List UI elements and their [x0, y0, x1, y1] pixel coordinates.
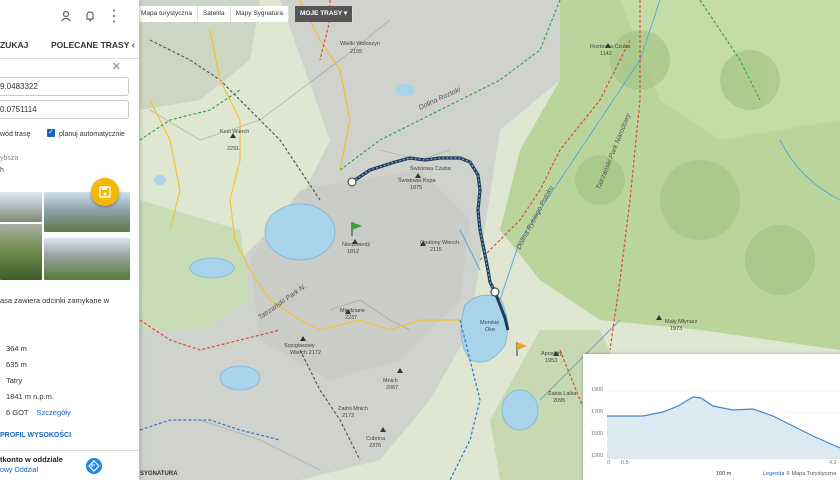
svg-text:Wielki Wołoszyn: Wielki Wołoszyn	[340, 41, 380, 47]
svg-text:Niedźwiedź: Niedźwiedź	[342, 242, 370, 248]
svg-text:Miedziane: Miedziane	[340, 308, 365, 314]
map-type-tabs: Mapa turystyczna Satelita Mapy Sygnatura…	[136, 6, 354, 22]
save-icon	[99, 186, 111, 198]
tab-search[interactable]: ZUKAJ	[0, 40, 28, 50]
chevron-left-icon[interactable]: ‹	[132, 40, 135, 51]
tab-signature-maps[interactable]: Mapy Sygnatura	[230, 6, 289, 22]
details-link[interactable]: Szczegóły	[37, 408, 71, 417]
bell-icon[interactable]	[83, 9, 97, 23]
label-mnich: Mnich	[383, 378, 398, 384]
promo-title: tkonto w oddziale	[0, 455, 63, 464]
svg-text:1875: 1875	[410, 185, 422, 191]
svg-text:1953: 1953	[545, 358, 557, 364]
svg-text:2095: 2095	[553, 398, 565, 404]
svg-text:Świstowa Kopa: Świstowa Kopa	[398, 176, 437, 184]
coordinate-input-end[interactable]: 0.0751114	[0, 100, 129, 119]
section-label: ybsza	[0, 155, 19, 162]
panel-toolbar: ⋮	[0, 0, 139, 32]
svg-text:1812: 1812	[347, 249, 359, 255]
svg-text:Mały Młynarz: Mały Młynarz	[665, 319, 698, 325]
svg-text:Kozi Wierch: Kozi Wierch	[220, 129, 249, 135]
svg-text:Morskie: Morskie	[480, 320, 499, 326]
signature-logo: SYGNATURA	[140, 471, 178, 477]
option-manual[interactable]: wód trasę	[0, 131, 30, 138]
svg-text:Świstowa Czuba: Świstowa Czuba	[410, 164, 452, 172]
elevation-profile-link[interactable]: PROFIL WYSOKOŚCI	[0, 432, 71, 439]
svg-text:Szpiglasowy: Szpiglasowy	[284, 343, 315, 349]
stat-ascent: 635 m	[6, 360, 27, 369]
account-icon[interactable]	[59, 9, 73, 23]
svg-text:2237: 2237	[345, 315, 357, 321]
svg-text:1973: 1973	[670, 326, 682, 332]
photo-1[interactable]	[0, 192, 42, 222]
photo-3[interactable]	[0, 224, 42, 280]
tab-satellite[interactable]: Satelita	[197, 6, 231, 22]
svg-text:Żabia Lalka: Żabia Lalka	[548, 390, 577, 397]
elevation-chart[interactable]: 1900 1700 1500 1300 0 0.5 4.2	[583, 354, 840, 480]
elevation-area	[607, 397, 840, 458]
close-icon[interactable]: ✕	[112, 60, 121, 73]
photo-gallery[interactable]	[0, 192, 130, 282]
map-credit: Legenda © Mapa Turystyczna	[763, 471, 837, 477]
promo-banner[interactable]: tkonto w oddziale owy Oddział	[0, 450, 139, 480]
svg-text:Cubrina: Cubrina	[366, 436, 386, 442]
route-options: wód trasę ✓ planuj automatycznie	[0, 123, 139, 145]
tab-tourist-map[interactable]: Mapa turystyczna	[136, 6, 198, 22]
svg-text:Roztocka Czuba: Roztocka Czuba	[590, 44, 631, 50]
svg-text:2172: 2172	[342, 413, 354, 419]
stat-distance: 364 m	[6, 344, 27, 353]
svg-text:Wierch 2172: Wierch 2172	[290, 350, 321, 356]
svg-text:2291: 2291	[227, 146, 239, 152]
svg-text:Zadni Mnich: Zadni Mnich	[338, 406, 368, 412]
stat-got: 6 GOT	[6, 408, 29, 417]
closure-warning: asa zawiera odcinki zamykane w	[0, 296, 110, 305]
route-panel: ⋮ ZUKAJ POLECANE TRASY ‹ ✕ 9.0483322 0.0…	[0, 0, 139, 480]
svg-text:1142: 1142	[600, 51, 612, 57]
svg-text:2115: 2115	[430, 247, 442, 253]
photo-4[interactable]	[44, 238, 130, 280]
save-button[interactable]	[91, 178, 119, 206]
panel-tabs: ZUKAJ POLECANE TRASY ‹	[0, 32, 139, 59]
section-letter: h	[0, 167, 4, 174]
legend-link[interactable]: Legenda	[763, 471, 784, 477]
caret-down-icon: ▾	[343, 10, 348, 17]
more-vert-icon[interactable]: ⋮	[106, 8, 122, 25]
option-auto-label: planuj automatycznie	[59, 130, 125, 138]
tab-my-routes[interactable]: MOJE TRASY ▾	[294, 6, 354, 22]
tab-recommended-routes[interactable]: POLECANE TRASY	[51, 40, 129, 50]
auto-plan-checkbox[interactable]: ✓	[47, 129, 55, 137]
stat-region: Tatry	[6, 376, 23, 385]
svg-text:Opalony Wierch: Opalony Wierch	[420, 240, 459, 246]
svg-text:2376: 2376	[369, 443, 381, 449]
coordinate-input-start[interactable]: 9.0483322	[0, 77, 129, 96]
svg-text:2155: 2155	[350, 49, 362, 55]
promo-subtitle: owy Oddział	[0, 467, 39, 474]
scale-bar: 100 m	[716, 471, 732, 477]
svg-text:Apostoły: Apostoły	[541, 351, 562, 357]
stat-altitude: 1841 m n.p.m.	[6, 392, 54, 401]
svg-text:Oko: Oko	[485, 327, 495, 333]
route-stats: 364 m 635 m Tatry 1841 m n.p.m. 6 GOT Szc…	[6, 344, 71, 424]
svg-text:2067: 2067	[386, 385, 398, 391]
directions-icon[interactable]	[86, 458, 102, 474]
